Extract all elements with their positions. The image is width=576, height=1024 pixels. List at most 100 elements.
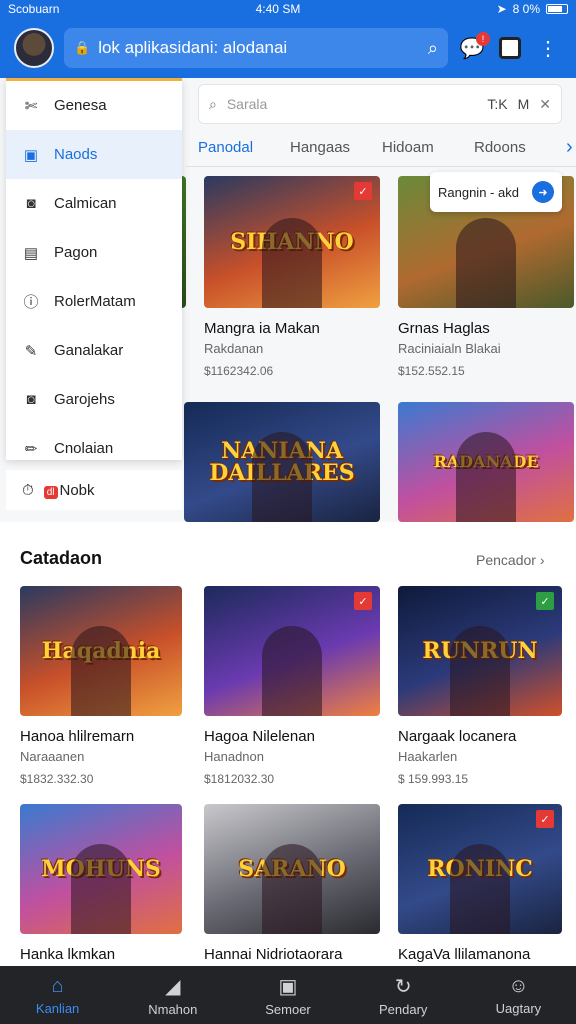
drawer-item-rolermatam[interactable]: ⓘ RolerMatam: [6, 277, 182, 326]
drawer-item-label: Ganalakar: [54, 342, 124, 359]
side-drawer: ✄ Genesa ▣ Naods ◙ Calmican ▤ Pagon ⓘ Ro…: [6, 78, 182, 460]
game-thumbnail: MOHUNS: [20, 804, 182, 934]
nav-item-nmahon[interactable]: ◢ Nmahon: [115, 966, 230, 1024]
search-input[interactable]: Sarala: [227, 96, 478, 112]
search-mode-label[interactable]: M: [518, 96, 530, 112]
game-thumbnail: ✓: [204, 586, 380, 716]
user-icon: ☺: [508, 974, 529, 997]
game-card[interactable]: NANIANA DAILLARES: [184, 402, 380, 522]
game-card[interactable]: SIHANNO ✓ Mangra ia Makan Rakdanan $1162…: [204, 176, 380, 378]
section-title: Catadaon: [20, 548, 103, 568]
game-price: $1162342.06: [204, 364, 274, 378]
game-thumbnail: Haqadnia: [20, 586, 182, 716]
character-art: [262, 844, 322, 934]
drawer-item-cnolaian[interactable]: ✏ Cnolaian: [6, 424, 182, 473]
game-card[interactable]: MOHUNS Hanka lkmkan: [20, 804, 182, 963]
tab-hangaas[interactable]: Hangaas: [290, 139, 382, 156]
search-filter-label[interactable]: T:K: [487, 96, 507, 112]
drawer-item-genesa[interactable]: ✄ Genesa: [6, 81, 182, 130]
search-bar[interactable]: ⌕ Sarala T:K M ✕: [198, 84, 562, 124]
character-art: [262, 626, 322, 716]
game-card[interactable]: Haqadnia Hanoa hlilremarn Naraaanen $183…: [20, 586, 182, 786]
drawer-item-garojehs[interactable]: ◙ Garojehs: [6, 375, 182, 424]
nav-item-home[interactable]: ⌂ Kanlian: [0, 966, 115, 1024]
tooltip-text: Rangnin - akd: [438, 184, 519, 200]
calendar-icon: ▣: [23, 146, 39, 164]
app-bar: 🔒 lok aplikasidani: alodanai ⌕ 💬 ! ⋮: [0, 18, 576, 78]
tab-hidoam[interactable]: Hidoam: [382, 139, 474, 156]
game-title[interactable]: Hannai Nidriotaorara: [204, 946, 380, 963]
game-title[interactable]: Mangra ia Makan: [204, 320, 380, 337]
character-art: [71, 626, 131, 716]
game-title[interactable]: Hanka lkmkan: [20, 946, 182, 963]
game-card[interactable]: RUNRUN ✓ Nargaak locanera Haakarlen $ 15…: [398, 586, 562, 786]
drawer-item-label: Garojehs: [54, 391, 115, 408]
drawer-item-nobk[interactable]: ⏱ dl Nobk: [6, 470, 182, 510]
camera-icon: ◙: [26, 195, 36, 212]
nav-item-label: Pendary: [379, 1001, 428, 1017]
tooltip-action-button[interactable]: ➜: [532, 181, 554, 203]
character-art: [456, 218, 516, 308]
store-badge-icon: ✓: [536, 810, 554, 828]
game-price: $152.552.15: [398, 364, 465, 378]
game-title[interactable]: Hagoa Nilelenan: [204, 728, 380, 745]
chat-button[interactable]: 💬 !: [458, 32, 490, 62]
tabs-button[interactable]: [496, 34, 524, 62]
tooltip: Rangnin - akd ➜: [430, 172, 562, 212]
close-icon[interactable]: ✕: [539, 96, 551, 113]
game-card[interactable]: ✓ Hagoa Nilelenan Hanadnon $1812032.30: [204, 586, 380, 786]
tab-panodal[interactable]: Panodal: [198, 139, 290, 156]
category-tabs: Panodal Hangaas Hidoam Rdoons ›: [198, 132, 576, 162]
drawer-item-calmican[interactable]: ◙ Calmican: [6, 179, 182, 228]
game-subtitle: Raciniaialn Blakai: [398, 341, 501, 356]
drawer-item-ganalakar[interactable]: ✎ Ganalakar: [6, 326, 182, 375]
character-art: [450, 844, 510, 934]
app-badge: dl: [43, 485, 58, 499]
address-bar[interactable]: 🔒 lok aplikasidani: alodanai ⌕: [64, 28, 448, 68]
chevron-right-icon: ›: [539, 552, 545, 568]
drawer-item-naods[interactable]: ▣ Naods: [6, 130, 182, 179]
avatar[interactable]: [14, 28, 54, 68]
lock-icon: 🔒: [74, 40, 91, 55]
game-thumbnail: RADANADE: [398, 402, 574, 522]
refresh-icon: ↻: [394, 975, 412, 998]
character-art: [450, 626, 510, 716]
game-card[interactable]: RADANADE: [398, 402, 574, 522]
url-text[interactable]: lok aplikasidani: alodanai: [98, 38, 420, 58]
game-title[interactable]: Hanoa hlilremarn: [20, 728, 182, 745]
tabs-icon: [499, 37, 521, 59]
search-icon[interactable]: ⌕: [428, 38, 438, 59]
battery-label: 8 0%: [512, 2, 540, 16]
game-subtitle: Rakdanan: [204, 341, 264, 356]
nav-item-label: Uagtary: [495, 1000, 542, 1016]
notification-badge: !: [476, 32, 490, 46]
game-title[interactable]: Grnas Haglas: [398, 320, 574, 337]
scissors-icon: ✄: [24, 97, 38, 115]
nav-item-semoer[interactable]: ▣ Semoer: [230, 966, 345, 1024]
store-badge-icon: ✓: [354, 182, 372, 200]
drawer-item-pagon[interactable]: ▤ Pagon: [6, 228, 182, 277]
game-thumbnail: RONINC ✓: [398, 804, 562, 934]
clock: 4:40 SM: [255, 2, 301, 16]
game-thumbnail: SARANO: [204, 804, 380, 934]
game-card[interactable]: SARANO Hannai Nidriotaorara: [204, 804, 380, 963]
drawer-item-label: Genesa: [54, 97, 107, 114]
section-see-all-link[interactable]: Pencador ›: [476, 552, 545, 568]
character-art: [456, 432, 516, 522]
game-thumbnail: RUNRUN ✓: [398, 586, 562, 716]
tab-rdoons[interactable]: Rdoons: [474, 139, 566, 156]
game-title[interactable]: KagaVa llilamanona: [398, 946, 562, 963]
nav-item-label: Semoer: [265, 1001, 311, 1017]
nav-item-pendary[interactable]: ↻ Pendary: [346, 966, 461, 1024]
game-title[interactable]: Nargaak locanera: [398, 728, 562, 745]
chevron-right-icon[interactable]: ›: [566, 136, 573, 159]
game-card[interactable]: RONINC ✓ KagaVa llilamanona: [398, 804, 562, 963]
nav-item-uagtary[interactable]: ☺ Uagtary: [461, 966, 576, 1024]
status-bar: Scobuarn 4:40 SM ➤ 8 0%: [0, 0, 576, 18]
more-menu-button[interactable]: ⋮: [534, 34, 562, 62]
character-art: [262, 218, 322, 308]
more-vertical-icon: ⋮: [538, 37, 558, 60]
store-badge-icon: ✓: [354, 592, 372, 610]
drawer-item-label: Nobk: [59, 481, 95, 499]
see-all-label: Pencador: [476, 552, 536, 568]
